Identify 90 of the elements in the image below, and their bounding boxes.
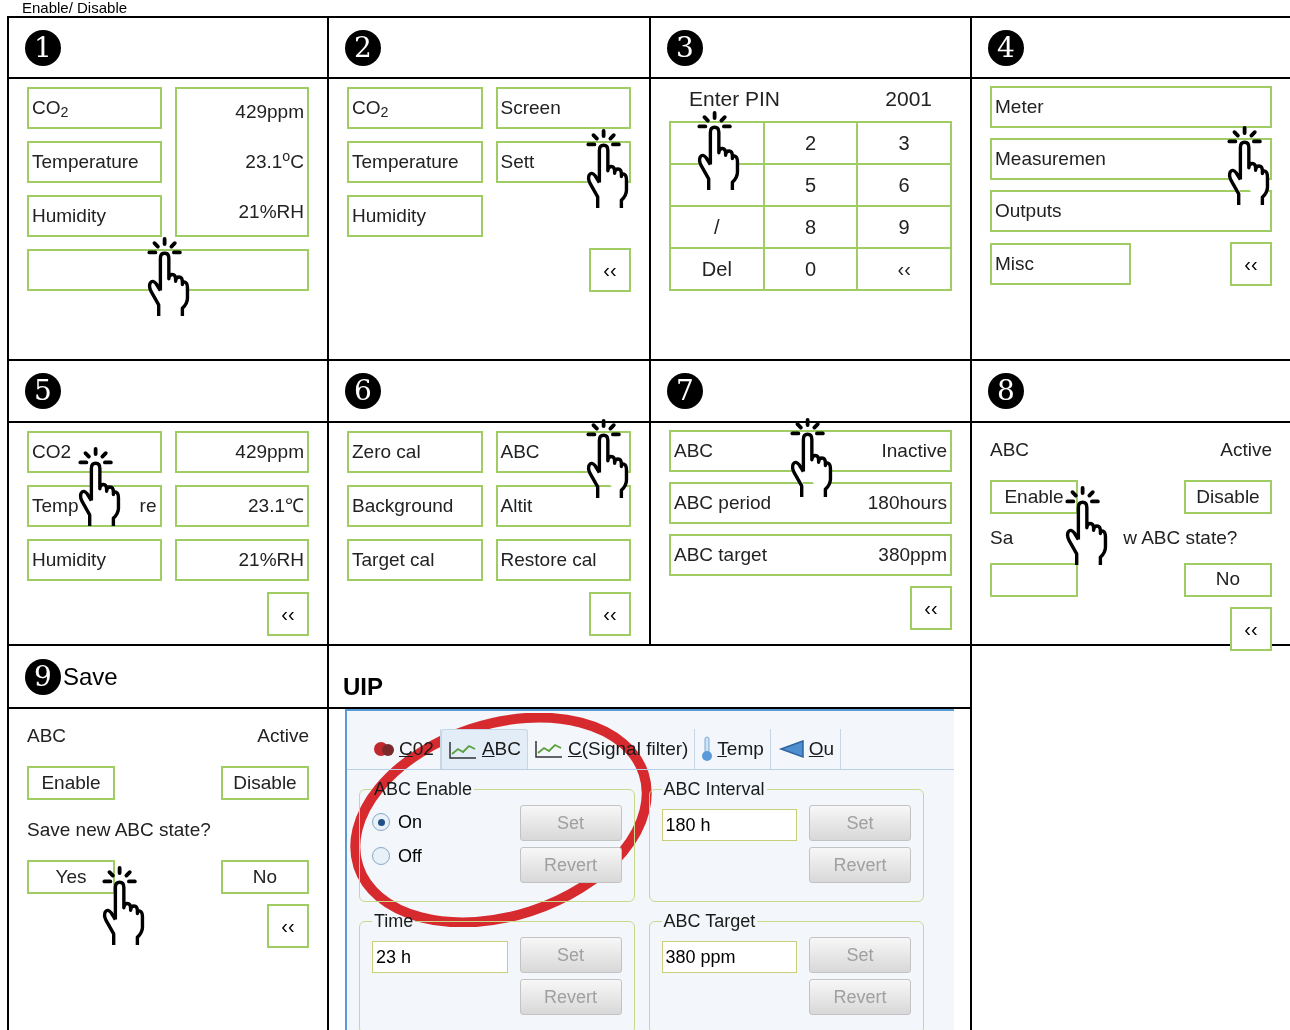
step-number-badge: 7: [667, 373, 703, 409]
thermometer-icon: [701, 736, 714, 762]
step-number-badge: 1: [25, 29, 61, 66]
tab[interactable]: Temp: [695, 729, 771, 769]
radio-button[interactable]: [372, 847, 390, 865]
screen-button[interactable]: Background: [347, 485, 483, 527]
keypad-key[interactable]: 5: [764, 164, 859, 207]
status-label: ABC: [990, 438, 1030, 462]
keypad-key[interactable]: /: [671, 206, 765, 249]
screen-button[interactable]: Humidity: [347, 195, 483, 237]
back-button[interactable]: ‹‹: [1230, 242, 1272, 286]
screen-button[interactable]: Enable: [990, 480, 1078, 514]
status-label: Active: [257, 724, 309, 748]
setting-row[interactable]: ABC Inactive: [669, 430, 952, 472]
reading-value: 429ppm: [174, 431, 309, 473]
screen-button[interactable]: Meter: [990, 86, 1272, 128]
input-field[interactable]: 23 h: [372, 941, 508, 973]
keypad-key[interactable]: 6: [858, 164, 952, 207]
screen-button[interactable]: Altit: [495, 485, 631, 527]
back-button[interactable]: ‹‹: [910, 586, 952, 630]
question-text: w ABC state?: [1123, 526, 1238, 550]
keypad-key[interactable]: Del: [671, 248, 765, 291]
screen-button[interactable]: Enable: [27, 766, 115, 800]
screen-button[interactable]: Misc: [990, 243, 1131, 285]
back-button[interactable]: ‹‹: [589, 248, 631, 292]
screen-button[interactable]: Humidity: [27, 195, 162, 237]
radio-button[interactable]: [372, 813, 390, 831]
keypad-key[interactable]: 2: [764, 122, 859, 165]
back-button[interactable]: ‹‹: [589, 592, 631, 636]
reading-value: 21%RH: [174, 539, 309, 581]
status-label: Active: [1220, 438, 1272, 462]
line-chart-icon: [447, 739, 478, 760]
input-field[interactable]: 380 ppm: [661, 941, 797, 973]
screen-button[interactable]: Humidity: [27, 539, 162, 581]
section-heading: UIP: [343, 672, 383, 702]
setting-row[interactable]: ABC period 180hours: [669, 482, 952, 524]
step-number-badge: 2: [345, 29, 381, 66]
keypad-key[interactable]: 9: [858, 206, 952, 249]
reading-value: 429ppm: [174, 87, 309, 135]
screen-button[interactable]: Yes: [27, 860, 115, 894]
keypad-key[interactable]: 8: [764, 206, 859, 249]
screen-button[interactable]: Target cal: [347, 539, 483, 581]
pin-prompt: Enter PIN: [689, 86, 781, 112]
screen-button[interactable]: Measuremen: [990, 138, 1272, 180]
screen-button[interactable]: Screen: [495, 87, 631, 129]
step-number-badge: 8: [988, 373, 1024, 409]
screen-button[interactable]: Temperature: [347, 141, 483, 183]
screen-button[interactable]: CO$_{2}$: [27, 87, 162, 129]
keypad-key[interactable]: 3: [858, 122, 952, 165]
step-number-badge: 9: [25, 658, 61, 695]
step-number-badge: 3: [667, 29, 703, 66]
screen-button[interactable]: Temperature: [27, 141, 162, 183]
radio-label: On: [398, 810, 422, 834]
group-title: ABC Target: [662, 910, 757, 933]
tab[interactable]: ABC: [440, 729, 528, 769]
back-button[interactable]: ‹‹: [267, 904, 309, 948]
sensor-dot-icon: [373, 741, 395, 757]
step-title: Save: [63, 661, 118, 692]
blank-button[interactable]: [27, 249, 309, 291]
step-number-badge: 6: [345, 373, 381, 409]
question-text: Sa: [990, 526, 1014, 550]
screen-button[interactable]: Disable: [221, 766, 309, 800]
page-heading: Enable/ Disable: [21, 0, 129, 16]
setting-row[interactable]: ABC target 380ppm: [669, 534, 952, 576]
tab[interactable]: Ou: [770, 729, 842, 769]
screen-button[interactable]: No: [1184, 562, 1272, 597]
keypad-key[interactable]: 0: [764, 248, 859, 291]
screen-button[interactable]: No: [221, 860, 309, 894]
reading-value: 21%RH: [174, 189, 309, 237]
screen-button[interactable]: Restore cal: [495, 539, 631, 581]
pin-value: 2001: [885, 86, 932, 112]
status-label: ABC: [27, 724, 67, 748]
screen-button[interactable]: Disable: [1184, 480, 1272, 514]
group-title: Time: [373, 910, 415, 933]
radio-label: Off: [398, 844, 422, 868]
keypad-key[interactable]: ‹‹: [858, 248, 952, 291]
group-title: ABC Interval: [662, 778, 766, 801]
back-button[interactable]: ‹‹: [1230, 606, 1272, 651]
screen-button[interactable]: CO$_{2}$: [347, 87, 483, 129]
status-label: Save new ABC state?: [27, 818, 211, 842]
back-button[interactable]: ‹‹: [267, 592, 309, 636]
reading-value: 23.1$^{o}$C: [174, 135, 309, 189]
screen-button[interactable]: Outputs: [990, 190, 1272, 232]
input-field[interactable]: 180 h: [661, 809, 797, 841]
line-chart-icon: [533, 739, 564, 759]
screen-button[interactable]: Zero cal: [347, 431, 483, 473]
screen-button[interactable]: CO2: [27, 431, 162, 473]
step-number-badge: 4: [988, 29, 1024, 66]
step-number-badge: 5: [25, 373, 61, 409]
reading-value: 23.1℃: [174, 485, 309, 527]
